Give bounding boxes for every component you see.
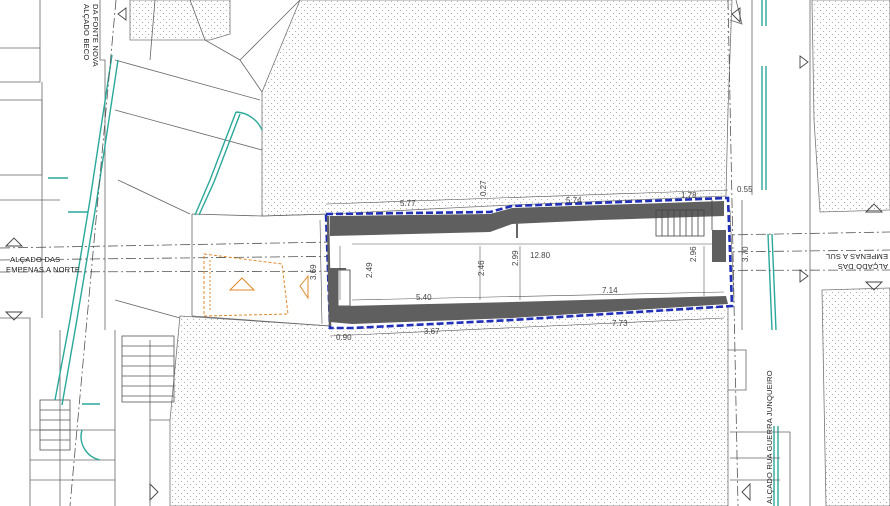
orange-sketch — [203, 253, 309, 317]
marker-north-up — [4, 237, 24, 247]
dim-inner-h2: 2.46 — [477, 260, 486, 276]
wall-east — [712, 230, 726, 262]
dim-top-mid: 5.74 — [566, 196, 582, 205]
dim-inner-right: 7.14 — [602, 286, 618, 295]
dim-right-height: 3.70 — [741, 246, 750, 262]
block-north-center — [261, 0, 733, 217]
label-norte-line1: ALÇADO DAS — [10, 255, 60, 264]
block-east-north — [811, 0, 890, 213]
dim-inner-h3: 2.99 — [511, 250, 520, 266]
dim-top-step: 0.27 — [479, 180, 488, 196]
block-south-center — [169, 305, 729, 506]
dim-inner-h1: 2.49 — [365, 262, 374, 278]
dim-top-corner: 0.55 — [737, 185, 753, 194]
label-sul-line2: EMPENAS A SUL — [826, 252, 888, 261]
dim-bottom-right: 7.73 — [612, 319, 628, 328]
label-guerra: ALÇADO RUA GUERRA JUNQUEIRO — [765, 370, 774, 504]
floor-plan: 5.77 0.27 5.74 1.78 0.55 3.70 3.69 2.49 … — [0, 0, 890, 506]
marker-guerra-left — [741, 482, 751, 502]
dim-top-left: 5.77 — [400, 199, 416, 208]
dim-inner-length: 12.80 — [530, 251, 551, 260]
marker-beco-right — [149, 482, 159, 502]
dim-bottom-corner: 0.90 — [336, 333, 352, 342]
main-building — [324, 196, 734, 330]
block-east-south — [821, 287, 890, 506]
dim-top-right: 1.78 — [681, 191, 697, 200]
dim-inner-left: 5.40 — [416, 293, 432, 302]
marker-right-lower — [799, 269, 809, 283]
block-north-small — [129, 0, 231, 41]
marker-right-upper — [799, 55, 809, 69]
dim-inner-h4: 2.96 — [689, 246, 698, 262]
dim-bottom-mid: 3.67 — [424, 327, 440, 336]
label-norte-line2: EMPENAS A NORTE — [6, 265, 80, 274]
marker-beco-left — [117, 7, 127, 21]
marker-north-down — [4, 311, 24, 321]
label-sul-line1: ALÇADO DAS — [838, 262, 888, 271]
label-beco-line2: DA FONTE NOVA — [91, 4, 100, 67]
dim-left-height: 3.69 — [309, 264, 318, 280]
label-beco-line1: ALÇADO BECO — [82, 4, 91, 60]
